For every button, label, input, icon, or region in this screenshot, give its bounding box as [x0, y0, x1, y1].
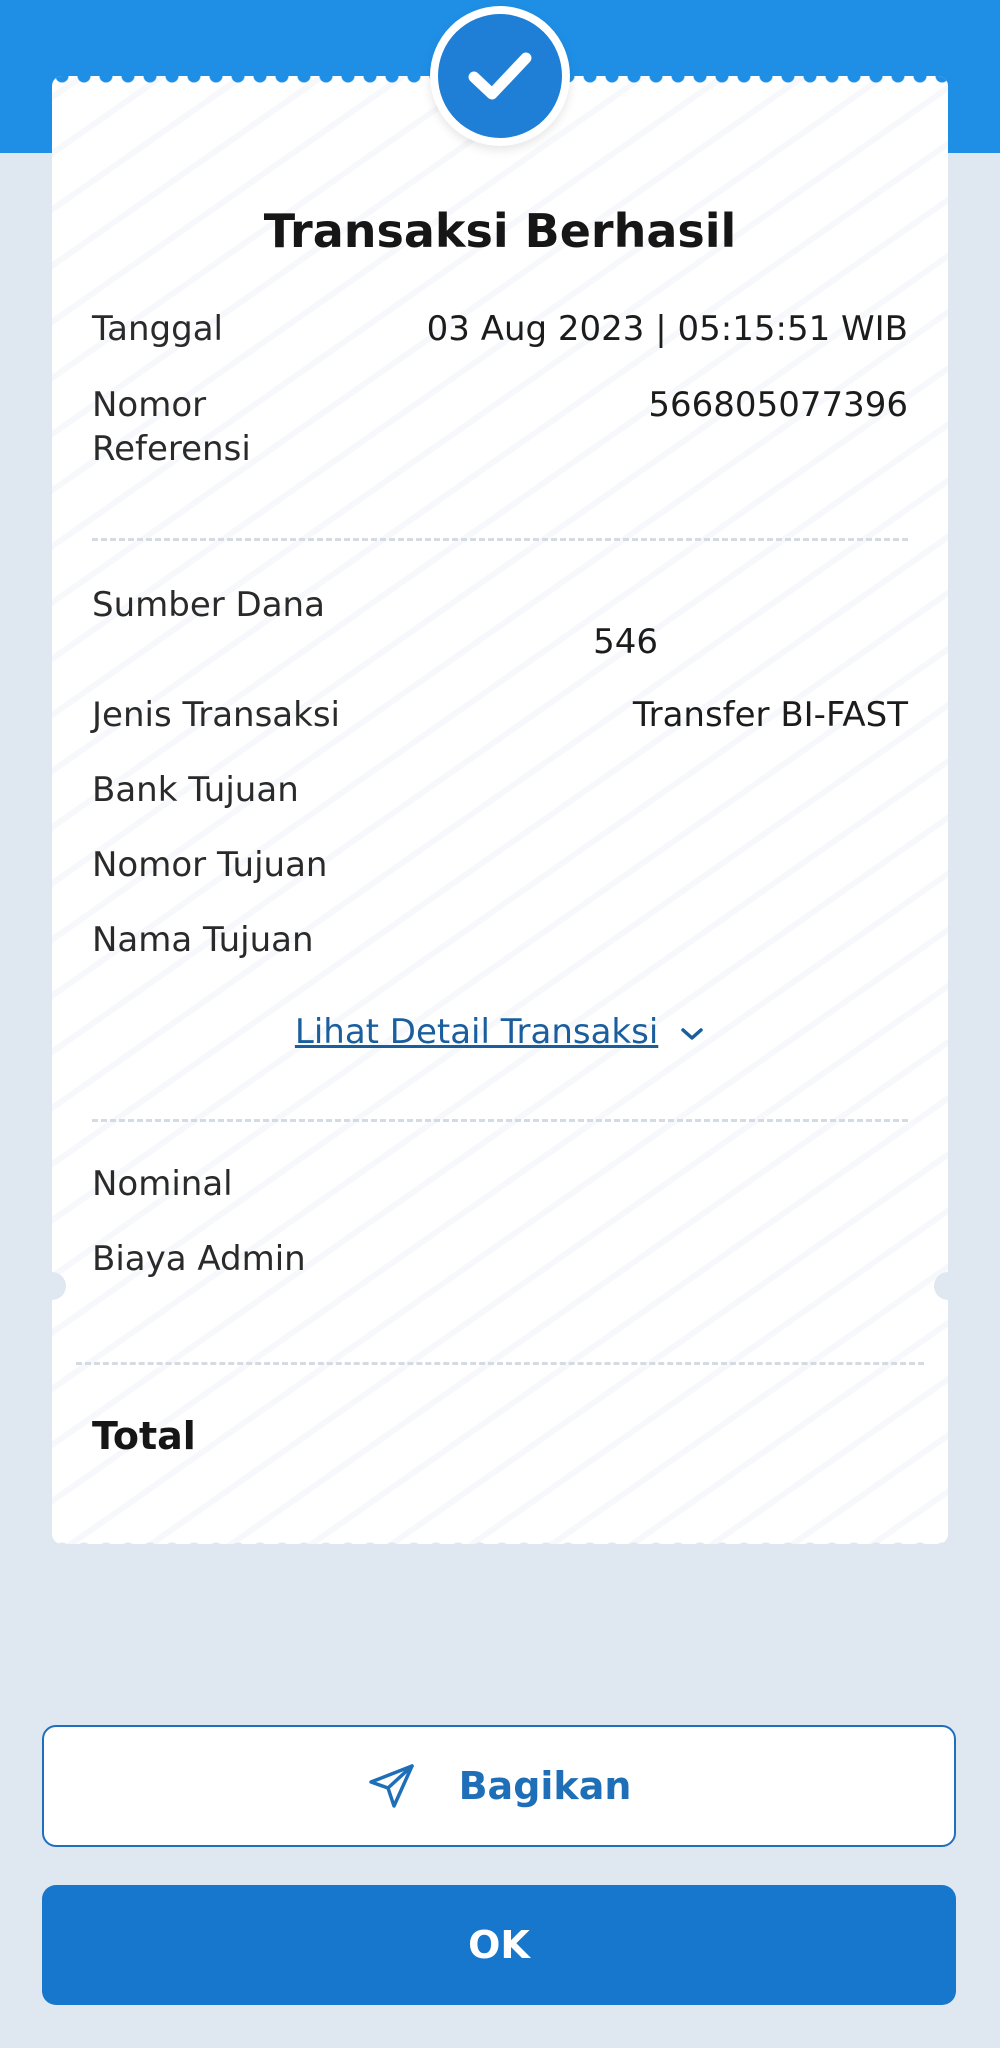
admin-fee-label: Biaya Admin [92, 1239, 306, 1279]
transaction-type-value: Transfer BI-FAST [632, 695, 908, 735]
send-icon [368, 1764, 414, 1808]
transaction-type-label: Jenis Transaksi [92, 695, 340, 735]
share-button[interactable]: Bagikan [42, 1725, 956, 1847]
destination-number-label: Nomor Tujuan [92, 845, 328, 885]
page-title: Transaksi Berhasil [263, 204, 737, 258]
destination-bank-label: Bank Tujuan [92, 770, 299, 810]
date-label: Tanggal [92, 309, 223, 349]
chevron-down-icon [681, 1027, 703, 1040]
view-detail-label[interactable]: Lihat Detail Transaksi [295, 1012, 658, 1052]
view-detail-link[interactable]: Lihat Detail Transaksi [0, 1012, 1000, 1052]
nominal-label: Nominal [92, 1164, 233, 1204]
source-fund-value: 546 [593, 622, 658, 662]
total-label: Total [92, 1414, 196, 1458]
destination-name-label: Nama Tujuan [92, 920, 314, 960]
date-value: 03 Aug 2023 | 05:15:51 WIB [426, 309, 908, 349]
success-badge [430, 6, 570, 146]
reference-value: 566805077396 [648, 385, 908, 425]
receipt-bottom-edge [52, 1536, 948, 1544]
share-button-label: Bagikan [458, 1764, 632, 1808]
receipt-notch-right [934, 1272, 962, 1300]
check-icon [468, 52, 532, 100]
success-badge-inner [438, 14, 562, 138]
divider-2 [92, 1119, 908, 1122]
receipt-notch-left [38, 1272, 66, 1300]
ok-button-label: OK [468, 1923, 530, 1967]
reference-label: Nomor Referensi [92, 385, 251, 469]
divider-3 [76, 1362, 924, 1365]
divider-1 [92, 538, 908, 541]
ok-button[interactable]: OK [42, 1885, 956, 2005]
source-fund-label: Sumber Dana [92, 585, 325, 625]
